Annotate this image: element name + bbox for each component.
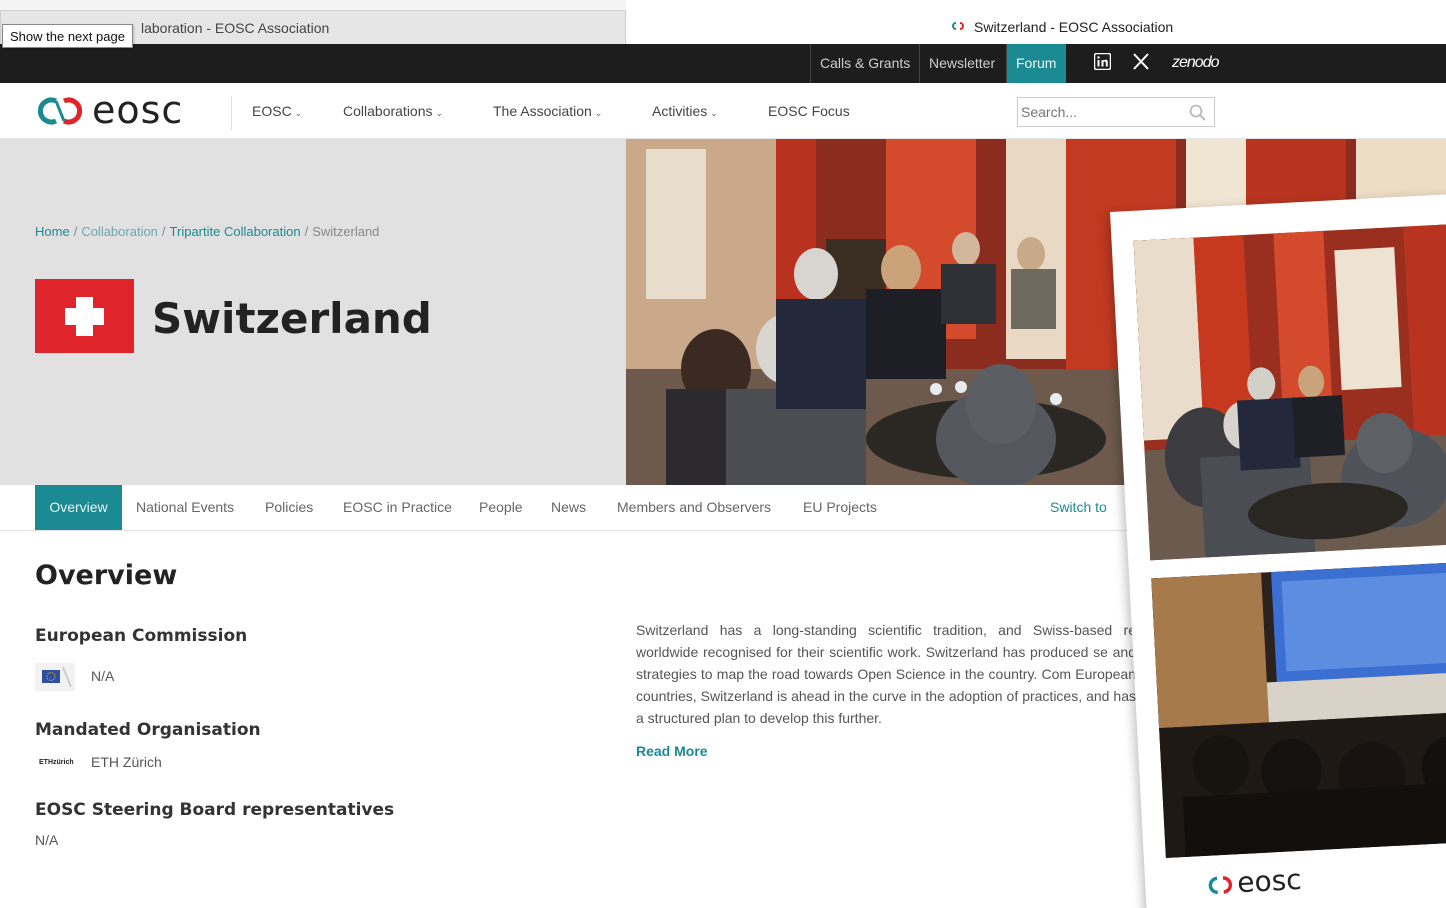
tab-eu-projects[interactable]: EU Projects: [803, 485, 877, 530]
eosc-logo-text[interactable]: eosc: [92, 88, 183, 132]
tab-news[interactable]: News: [551, 485, 586, 530]
mandated-organisation-value: ETH Zürich: [91, 754, 162, 770]
nav-divider: [231, 96, 232, 130]
eosc-logo-text: eosc: [1236, 862, 1303, 900]
browser-tab-title: Switzerland - EOSC Association: [974, 19, 1174, 35]
eu-flag-icon: [35, 663, 75, 691]
chevron-down-icon: ⌄: [294, 108, 303, 118]
search-box: [1017, 97, 1215, 127]
breadcrumb-collaboration[interactable]: Collaboration: [81, 224, 158, 239]
nav-item-label: The Association: [493, 103, 592, 119]
photo-collage-card: eosc: [1110, 192, 1446, 908]
breadcrumb-separator: /: [161, 224, 166, 239]
swiss-flag-icon: [35, 279, 134, 353]
chevron-down-icon: ⌄: [435, 108, 444, 118]
nav-item-activities[interactable]: Activities ⌄: [652, 103, 718, 119]
breadcrumb-separator: /: [73, 224, 78, 239]
meeting-photo: [1133, 223, 1446, 561]
overview-heading: Overview: [35, 560, 178, 591]
conference-photo: [1151, 560, 1446, 858]
zenodo-logo[interactable]: zenodo: [1172, 54, 1219, 74]
eosc-logo-icon: [1205, 874, 1238, 901]
chevron-down-icon: ⌄: [594, 108, 603, 118]
nav-item-the-association[interactable]: The Association ⌄: [493, 103, 602, 119]
x-icon[interactable]: [1133, 53, 1149, 73]
tab-members-and-observers[interactable]: Members and Observers: [617, 485, 771, 530]
eosc-favicon-icon: [950, 18, 966, 36]
nav-item-eosc[interactable]: EOSC ⌄: [252, 103, 302, 119]
linkedin-icon[interactable]: [1093, 52, 1112, 73]
tab-overview[interactable]: Overview: [35, 485, 122, 530]
eth-logo: ETHzürich: [39, 759, 74, 766]
breadcrumb-current: Switzerland: [312, 224, 380, 239]
eosc-logo-icon[interactable]: [36, 95, 88, 127]
nav-item-label: Collaborations: [343, 103, 433, 119]
search-icon[interactable]: [1189, 104, 1206, 126]
tab-eosc-in-practice[interactable]: EOSC in Practice: [343, 485, 452, 530]
nav-item-label: EOSC: [252, 103, 292, 119]
tab-policies[interactable]: Policies: [265, 485, 313, 530]
forum-link[interactable]: Forum: [1006, 44, 1066, 83]
european-commission-value: N/A: [91, 668, 115, 684]
tooltip: Show the next page: [2, 24, 133, 48]
top-utility-bar: Calls & Grants Newsletter Forum zenodo: [0, 44, 1446, 83]
overview-summary: Switzerland has a long-standing scientif…: [636, 622, 1136, 726]
browser-tab-title: laboration - EOSC Association: [141, 20, 330, 36]
steering-board-value: N/A: [35, 832, 59, 848]
tab-national-events[interactable]: National Events: [136, 485, 234, 530]
nav-item-eosc-focus[interactable]: EOSC Focus: [768, 103, 850, 119]
nav-item-collaborations[interactable]: Collaborations ⌄: [343, 103, 443, 119]
breadcrumb-home[interactable]: Home: [35, 224, 70, 239]
newsletter-link[interactable]: Newsletter: [919, 44, 1004, 83]
tab-people[interactable]: People: [479, 485, 523, 530]
breadcrumb-tripartite[interactable]: Tripartite Collaboration: [170, 224, 301, 239]
browser-tab-active[interactable]: Switzerland - EOSC Association: [626, 0, 1446, 44]
page-title: Switzerland: [152, 294, 432, 343]
read-more-link[interactable]: Read More: [636, 743, 708, 759]
european-commission-heading: European Commission: [35, 626, 248, 646]
mandated-organisation-heading: Mandated Organisation: [35, 720, 261, 740]
breadcrumb: Home / Collaboration / Tripartite Collaborat…: [35, 224, 379, 239]
nav-item-label: Activities: [652, 103, 708, 119]
steering-board-heading: EOSC Steering Board representatives: [35, 800, 395, 820]
calls-grants-link[interactable]: Calls & Grants: [810, 44, 919, 83]
main-navigation: eosc EOSC ⌄ Collaborations ⌄ The Associati…: [0, 83, 1446, 139]
flag-cross-horizontal: [65, 308, 104, 325]
search-input[interactable]: [1021, 102, 1181, 122]
chevron-down-icon: ⌄: [710, 108, 718, 118]
breadcrumb-separator: /: [304, 224, 309, 239]
switch-link[interactable]: Switch to: [1050, 485, 1107, 530]
browser-tab-strip: laboration - EOSC Association Switzerlan…: [0, 0, 1446, 44]
